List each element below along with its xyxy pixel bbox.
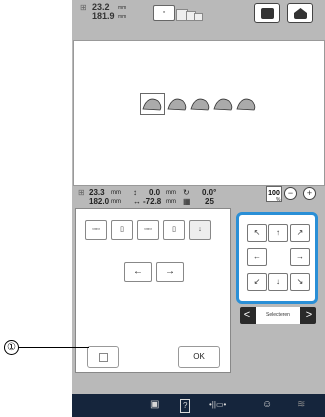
status-x: 0.0 (149, 188, 161, 197)
size-height: 181.9 (92, 11, 115, 21)
callout-number: ① (4, 340, 19, 355)
embroidery-motif-1 (140, 93, 165, 115)
status-width: 23.3 (89, 188, 105, 197)
right-arrow-icon: → (296, 252, 304, 261)
selector-label: Selecteren (256, 307, 300, 324)
horizontal-spacing-button[interactable]: ▫▫▫ (137, 220, 159, 240)
move-up-right-button[interactable]: ↗ (290, 224, 310, 242)
embroidery-motif-2 (167, 98, 187, 111)
zoom-out-icon[interactable]: − (284, 187, 297, 200)
status-x-unit: mm (166, 190, 176, 196)
status-width-unit: mm (111, 190, 121, 196)
bottom-status-bar (72, 394, 325, 417)
pattern-selector: < Selecteren > (240, 307, 316, 324)
presser-foot-icon[interactable]: •||▭• (209, 399, 226, 411)
repeat-right-button[interactable]: → (156, 262, 184, 282)
status-size-icon: ⊞ (78, 188, 85, 197)
move-down-right-button[interactable]: ↘ (290, 273, 310, 291)
horizontal-spacing-icon: ▫▫▫ (144, 226, 152, 233)
callout-line (19, 347, 89, 348)
horizontal-repeat-button[interactable]: ▫▫▫ (85, 220, 107, 240)
vertical-repeat-icon: ▯ (120, 226, 124, 233)
move-down-button[interactable]: ↓ (268, 273, 288, 291)
embroidery-motif-4 (213, 98, 233, 111)
home-icon (294, 8, 307, 19)
down-left-arrow-icon: ↙ (253, 277, 261, 286)
left-arrow-icon: ← (133, 266, 143, 277)
embroidery-motif-3 (190, 98, 210, 111)
timer-icon[interactable]: ☺ (262, 399, 272, 411)
size-icon: ⊞ (80, 3, 87, 12)
right-arrow-icon: → (165, 266, 175, 277)
move-down-left-button[interactable]: ↙ (247, 273, 267, 291)
embroidery-frame-button[interactable]: ▫ (153, 5, 175, 21)
zoom-unit: % (276, 197, 281, 203)
help-icon[interactable]: ? (180, 399, 191, 413)
embroidery-motif-5 (236, 98, 256, 111)
move-right-button[interactable]: → (290, 248, 310, 266)
frame-icon: ▫ (162, 9, 166, 16)
chevron-right-icon: > (305, 309, 313, 321)
memory-button[interactable] (254, 3, 280, 23)
chevron-left-icon: < (243, 309, 251, 321)
status-y-unit: mm (166, 199, 176, 205)
status-angle: 0.0° (202, 188, 217, 197)
left-arrow-icon: ← (253, 252, 261, 261)
rotation-icon: ↻ (183, 188, 190, 197)
status-y: -72.8 (143, 197, 162, 206)
page-icon[interactable]: ▣ (150, 399, 159, 411)
vertical-repeat-button[interactable]: ▯ (111, 220, 133, 240)
status-thread-count: 25 (205, 197, 214, 206)
select-prev-button[interactable]: < (240, 307, 254, 324)
vertical-spacing-button[interactable]: ▯ (163, 220, 185, 240)
move-up-left-button[interactable]: ↖ (247, 224, 267, 242)
zoom-value: 100 (268, 190, 280, 197)
up-arrow-icon: ↑ (276, 228, 280, 237)
repeat-left-button[interactable]: ← (124, 262, 152, 282)
status-height-unit: mm (111, 199, 121, 205)
split-icon: ↓ (198, 226, 202, 233)
split-button[interactable]: ↓ (189, 220, 211, 240)
size-height-unit: mm (118, 14, 127, 20)
zoom-in-icon[interactable]: + (303, 187, 316, 200)
memory-icon (261, 8, 274, 19)
thread-icon: ▦ (183, 197, 191, 206)
vertical-spacing-icon: ▯ (172, 226, 176, 233)
frame-size-icon-3 (194, 13, 203, 21)
size-width-unit: mm (118, 5, 127, 11)
select-next-button[interactable]: > (302, 307, 316, 324)
move-up-button[interactable]: ↑ (268, 224, 288, 242)
up-left-arrow-icon: ↖ (253, 228, 261, 237)
wifi-icon[interactable]: ≋ (297, 399, 305, 411)
horizontal-repeat-icon: ▫▫▫ (92, 226, 100, 233)
horizontal-offset-icon: ↔ (133, 197, 141, 206)
vertical-offset-icon: ↕ (133, 188, 137, 197)
down-arrow-icon: ↓ (276, 277, 280, 286)
checkbox-icon (99, 353, 108, 362)
thread-mark-button[interactable] (87, 346, 119, 368)
up-right-arrow-icon: ↗ (296, 228, 304, 237)
move-left-button[interactable]: ← (247, 248, 267, 266)
ok-button[interactable]: OK (178, 346, 220, 368)
down-right-arrow-icon: ↘ (296, 277, 304, 286)
home-button[interactable] (287, 3, 313, 23)
status-height: 182.0 (89, 197, 110, 206)
